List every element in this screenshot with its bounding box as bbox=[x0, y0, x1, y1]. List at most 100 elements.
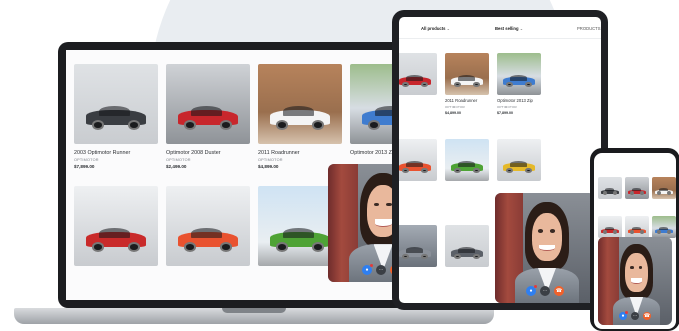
product-brand: OPTIMOTOR bbox=[497, 105, 517, 109]
product-image[interactable] bbox=[445, 139, 489, 181]
product-image[interactable] bbox=[652, 177, 676, 199]
product-image[interactable] bbox=[399, 139, 437, 181]
hang-up-icon[interactable]: ☎ bbox=[554, 286, 564, 297]
more-icon[interactable]: ⋯ bbox=[376, 264, 386, 275]
product-image[interactable] bbox=[652, 216, 676, 238]
product-card[interactable]: 2003 Optimotor Runner OPTIMOTOR $7,899.00 bbox=[74, 64, 158, 178]
car-illustration bbox=[628, 188, 646, 196]
product-brand: OPTIMOTOR bbox=[74, 158, 99, 162]
product-image[interactable] bbox=[399, 53, 437, 95]
car-illustration bbox=[85, 105, 147, 130]
product-price: $2,499.00 bbox=[166, 164, 187, 169]
product-image[interactable] bbox=[445, 53, 489, 95]
product-image[interactable] bbox=[258, 64, 342, 144]
sort-value: Best selling bbox=[495, 26, 519, 31]
car-wheel bbox=[183, 120, 196, 130]
product-name[interactable]: 2011 Roadrunner bbox=[445, 98, 489, 103]
product-card[interactable]: Optimotor 2008 Duster OPTIMOTOR $2,499.00 bbox=[166, 64, 250, 178]
microphone-icon[interactable]: ● bbox=[619, 310, 628, 320]
product-image[interactable] bbox=[74, 186, 158, 266]
product-card[interactable]: 2011 Roadrunner OPTIMOTOR $4,899.00 bbox=[445, 53, 489, 131]
car-wheel bbox=[402, 254, 409, 260]
car-wheel bbox=[639, 230, 644, 235]
video-person-smile bbox=[374, 219, 392, 227]
car-wheel bbox=[183, 242, 196, 252]
hang-up-icon[interactable]: ☎ bbox=[643, 311, 651, 320]
product-image[interactable] bbox=[74, 64, 158, 144]
product-card[interactable] bbox=[652, 177, 676, 213]
product-card[interactable] bbox=[399, 139, 437, 217]
car-illustration bbox=[177, 227, 239, 252]
product-card[interactable]: Optimotor 2013 Zip OPTIMOTOR $7,899.00 bbox=[497, 53, 541, 131]
video-person-smile bbox=[630, 278, 643, 284]
car-illustration bbox=[451, 74, 483, 88]
product-price: $7,899.00 bbox=[74, 164, 95, 169]
toolbar-right-text: PRODUCTS bbox=[577, 26, 601, 31]
product-price: $7,899.00 bbox=[497, 111, 513, 115]
product-card[interactable] bbox=[399, 225, 437, 303]
product-name[interactable]: 2003 Optimotor Runner bbox=[74, 150, 158, 156]
car-window bbox=[99, 227, 131, 239]
video-person-eye bbox=[538, 229, 543, 233]
car-window bbox=[458, 246, 475, 253]
car-window bbox=[99, 105, 131, 117]
product-image[interactable] bbox=[598, 177, 622, 199]
car-wheel bbox=[666, 191, 671, 196]
microphone-icon[interactable]: ● bbox=[362, 263, 373, 275]
car-wheel bbox=[454, 168, 461, 174]
car-wheel bbox=[603, 230, 608, 235]
car-wheel bbox=[220, 242, 233, 252]
product-image[interactable] bbox=[598, 216, 622, 238]
laptop-notch bbox=[222, 308, 286, 313]
product-brand: OPTIMOTOR bbox=[445, 105, 465, 109]
product-card[interactable] bbox=[445, 225, 489, 303]
product-card[interactable] bbox=[598, 177, 622, 213]
tablet-screen: All products ⌄ Best selling ⌄ PRODUCTS 2… bbox=[399, 17, 601, 303]
microphone-icon[interactable]: ● bbox=[526, 285, 537, 297]
category-filter[interactable]: All products ⌄ bbox=[421, 26, 450, 31]
car-illustration bbox=[628, 227, 646, 235]
car-wheel bbox=[473, 82, 480, 88]
marketing-scene: 2003 Optimotor Runner OPTIMOTOR $7,899.00 O… bbox=[0, 0, 679, 331]
video-call-controls: ● ⋯ ☎ bbox=[495, 285, 595, 297]
car-wheel bbox=[312, 120, 325, 130]
car-illustration bbox=[503, 74, 535, 88]
product-image[interactable] bbox=[497, 53, 541, 95]
car-window bbox=[406, 160, 423, 167]
more-icon[interactable]: ⋯ bbox=[631, 311, 639, 320]
car-wheel bbox=[525, 168, 532, 174]
product-card[interactable]: 2011 Roadrunner OPTIMOTOR $4,899.00 bbox=[258, 64, 342, 178]
notification-badge bbox=[625, 310, 628, 314]
product-card[interactable] bbox=[74, 186, 158, 300]
product-image[interactable] bbox=[625, 216, 649, 238]
product-card[interactable] bbox=[166, 186, 250, 300]
product-card[interactable] bbox=[625, 177, 649, 213]
car-wheel bbox=[603, 191, 608, 196]
product-name[interactable]: Optimotor 2013 Zip bbox=[497, 98, 541, 103]
product-name[interactable]: Optimotor 2008 Duster bbox=[166, 150, 250, 156]
car-illustration bbox=[269, 105, 331, 130]
car-wheel bbox=[421, 254, 428, 260]
product-image[interactable] bbox=[497, 139, 541, 181]
car-wheel bbox=[506, 168, 513, 174]
product-image[interactable] bbox=[399, 225, 437, 267]
car-wheel bbox=[367, 120, 380, 130]
car-illustration bbox=[399, 246, 431, 260]
product-image[interactable] bbox=[445, 225, 489, 267]
more-icon[interactable]: ⋯ bbox=[540, 286, 550, 297]
product-card[interactable] bbox=[399, 53, 437, 131]
car-illustration bbox=[399, 74, 431, 88]
product-name[interactable]: 2011 Roadrunner bbox=[258, 150, 342, 156]
video-person-eye bbox=[629, 266, 634, 269]
notification-badge bbox=[534, 285, 537, 289]
car-illustration bbox=[655, 227, 673, 235]
sort-filter[interactable]: Best selling ⌄ bbox=[495, 26, 523, 31]
product-image[interactable] bbox=[166, 64, 250, 144]
product-card[interactable] bbox=[445, 139, 489, 217]
car-wheel bbox=[473, 254, 480, 260]
car-wheel bbox=[220, 120, 233, 130]
car-illustration bbox=[601, 188, 619, 196]
product-image[interactable] bbox=[625, 177, 649, 199]
product-brand: OPTIMOTOR bbox=[166, 158, 191, 162]
product-image[interactable] bbox=[166, 186, 250, 266]
